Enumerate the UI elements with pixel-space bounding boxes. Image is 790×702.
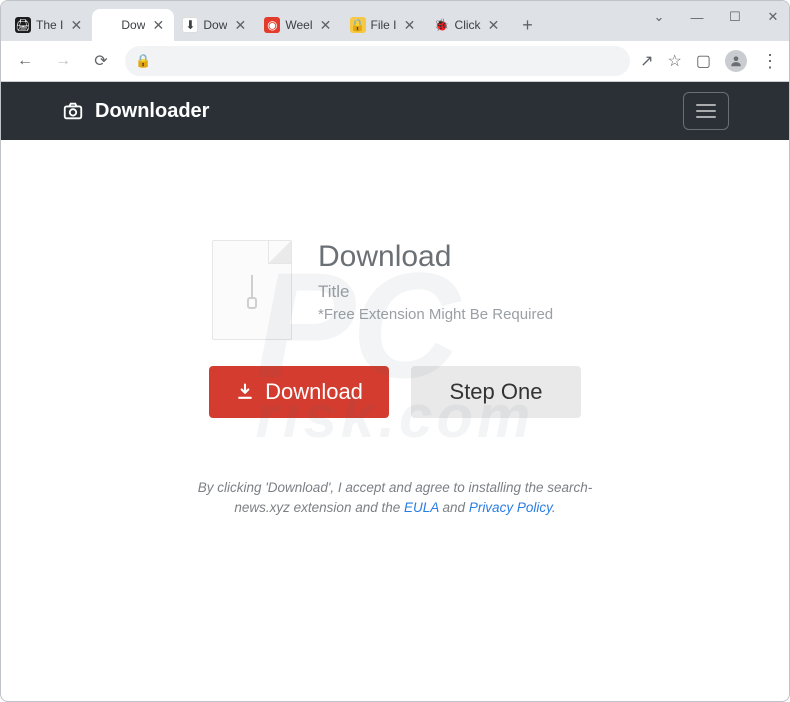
hamburger-icon xyxy=(696,104,716,118)
hamburger-button[interactable] xyxy=(683,92,729,130)
profile-button[interactable] xyxy=(725,50,747,72)
tab-label: Dow xyxy=(203,18,227,32)
close-icon[interactable]: ✕ xyxy=(232,17,248,34)
forward-button[interactable]: → xyxy=(49,47,77,75)
step-one-button[interactable]: Step One xyxy=(411,366,581,418)
printer-icon: 🖨 xyxy=(15,17,31,33)
reload-button[interactable]: ⟳ xyxy=(87,47,115,75)
browser-toolbar: ← → ⟳ 🔒 ↗ ☆ ▢ ⋮ xyxy=(1,41,789,81)
close-window-button[interactable]: ✕ xyxy=(763,9,783,25)
tab-label: File I xyxy=(371,18,397,32)
tab-label: Click xyxy=(455,18,481,32)
tab-2[interactable]: ⬇ Dow ✕ xyxy=(174,9,256,41)
lock-icon: 🔒 xyxy=(135,53,151,69)
close-icon[interactable]: ✕ xyxy=(318,17,334,34)
tabs-dropdown-button[interactable]: ⌄ xyxy=(649,9,669,25)
download-icon: ⬇ xyxy=(182,17,198,33)
blank-icon xyxy=(100,17,116,33)
download-icon xyxy=(235,382,255,402)
menu-button[interactable]: ⋮ xyxy=(761,51,779,72)
download-heading: Download xyxy=(318,240,578,274)
side-panel-icon[interactable]: ▢ xyxy=(696,51,711,71)
camera-icon xyxy=(61,100,85,122)
tab-label: Dow xyxy=(121,18,145,32)
extension-note: *Free Extension Might Be Required xyxy=(318,306,578,323)
bookmark-icon[interactable]: ☆ xyxy=(668,51,682,71)
window-controls: ⌄ — ☐ ✕ xyxy=(649,9,783,25)
download-button-label: Download xyxy=(265,379,363,405)
close-icon[interactable]: ✕ xyxy=(68,17,84,34)
tab-0[interactable]: 🖨 The I ✕ xyxy=(7,9,92,41)
avatar-icon xyxy=(729,54,743,68)
download-button[interactable]: Download xyxy=(209,366,389,418)
browser-chrome: 🖨 The I ✕ Dow ✕ ⬇ Dow ✕ ◉ Weel ✕ 🔒 Fi xyxy=(1,1,789,82)
disclaimer-end: . xyxy=(552,500,556,515)
zip-file-icon xyxy=(212,240,292,340)
site-navbar: Downloader xyxy=(1,82,789,140)
disclaimer-mid: and xyxy=(443,500,469,515)
tab-label: Weel xyxy=(285,18,312,32)
tab-label: The I xyxy=(36,18,63,32)
minimize-button[interactable]: — xyxy=(687,10,707,25)
download-title: Title xyxy=(318,282,578,302)
swirl-icon: ◉ xyxy=(264,17,280,33)
new-tab-button[interactable]: + xyxy=(514,11,542,39)
brand[interactable]: Downloader xyxy=(61,100,209,123)
close-icon[interactable]: ✕ xyxy=(150,17,166,34)
tab-strip: 🖨 The I ✕ Dow ✕ ⬇ Dow ✕ ◉ Weel ✕ 🔒 Fi xyxy=(1,1,789,41)
address-bar[interactable]: 🔒 xyxy=(125,46,630,76)
share-icon[interactable]: ↗ xyxy=(640,51,653,71)
maximize-button[interactable]: ☐ xyxy=(725,9,745,25)
tab-5[interactable]: 🐞 Click ✕ xyxy=(426,9,510,41)
page: Downloader Download Title *Free Extensio… xyxy=(1,82,789,519)
brand-text: Downloader xyxy=(95,100,209,123)
eula-link[interactable]: EULA xyxy=(404,500,439,515)
close-icon[interactable]: ✕ xyxy=(402,17,418,34)
back-button[interactable]: ← xyxy=(11,47,39,75)
tab-1[interactable]: Dow ✕ xyxy=(92,9,174,41)
tab-3[interactable]: ◉ Weel ✕ xyxy=(256,9,341,41)
bug-icon: 🐞 xyxy=(434,17,450,33)
tab-4[interactable]: 🔒 File I ✕ xyxy=(342,9,426,41)
disclaimer-text: By clicking 'Download', I accept and agr… xyxy=(180,478,610,519)
step-one-label: Step One xyxy=(450,379,543,405)
privacy-link[interactable]: Privacy Policy xyxy=(469,500,552,515)
lock-icon: 🔒 xyxy=(350,17,366,33)
close-icon[interactable]: ✕ xyxy=(486,17,502,34)
